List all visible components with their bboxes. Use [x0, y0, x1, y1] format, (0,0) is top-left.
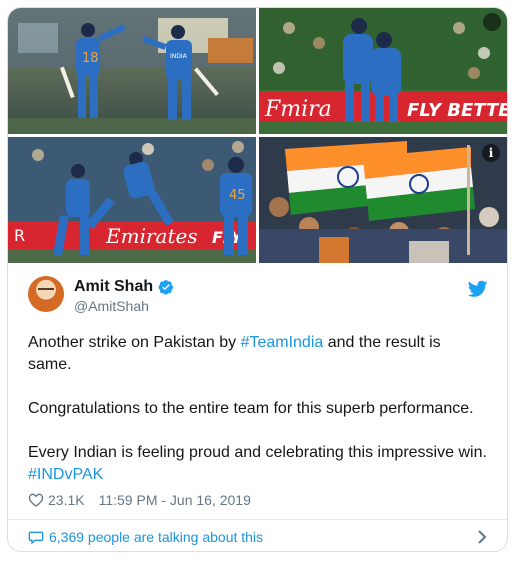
- text-segment: Every Indian is feeling proud and celebr…: [28, 444, 487, 461]
- twitter-bird-icon[interactable]: [468, 280, 488, 298]
- hashtag-link[interactable]: #TeamIndia: [241, 334, 324, 351]
- chevron-right-icon: [478, 530, 487, 544]
- tweet-paragraph-1: Another strike on Pakistan by #TeamIndia…: [28, 332, 488, 376]
- svg-text:R: R: [14, 226, 25, 245]
- tweet-text: Another strike on Pakistan by #TeamIndia…: [28, 332, 488, 486]
- photo-2[interactable]: Fmira FLY BETTER: [259, 8, 507, 134]
- author-name-row[interactable]: Amit Shah: [74, 277, 174, 297]
- speech-bubble-icon: [28, 531, 44, 545]
- jersey-number: 45: [229, 188, 246, 203]
- photo-1[interactable]: 18 INDIA: [8, 8, 256, 134]
- like-count[interactable]: 23.1K: [48, 492, 85, 508]
- svg-text:FLY BETTER: FLY BETTER: [407, 100, 507, 121]
- banner-text: Fmira: [264, 97, 332, 122]
- photo-3[interactable]: R Emirates FLY 45: [8, 137, 256, 263]
- conversation-link[interactable]: 6,369 people are talking about this: [28, 526, 488, 548]
- divider: [8, 519, 507, 520]
- tweet-paragraph-2: Congratulations to the entire team for t…: [28, 400, 474, 417]
- jersey-number: 18: [82, 51, 99, 66]
- avatar[interactable]: [28, 276, 64, 312]
- tweet-meta: 23.1K 11:59 PM - Jun 16, 2019: [28, 490, 251, 510]
- author-name[interactable]: Amit Shah: [74, 278, 153, 296]
- hashtag-link[interactable]: #INDvPAK: [28, 466, 103, 483]
- embedded-tweet-card[interactable]: 18 INDIA Fmira FLY BETT R Emirates 45 i …: [7, 7, 508, 552]
- verified-badge-icon: [158, 280, 174, 295]
- tweet-author-header: Amit Shah @AmitShah: [28, 276, 488, 324]
- timestamp[interactable]: 11:59 PM - Jun 16, 2019: [99, 492, 251, 508]
- text-segment: Another strike on Pakistan by: [28, 334, 241, 351]
- svg-text:INDIA: INDIA: [170, 53, 188, 60]
- photo-grid: 18 INDIA Fmira FLY BETT R Emirates 45 i: [8, 8, 507, 263]
- photo-4[interactable]: i: [259, 137, 507, 263]
- tweet-paragraph-3: Every Indian is feeling proud and celebr…: [28, 442, 488, 486]
- heart-icon[interactable]: [28, 492, 44, 508]
- info-icon[interactable]: i: [482, 144, 500, 162]
- conversation-text: 6,369 people are talking about this: [49, 529, 264, 545]
- author-handle[interactable]: @AmitShah: [74, 298, 149, 314]
- banner-text: Emirates: [105, 224, 198, 248]
